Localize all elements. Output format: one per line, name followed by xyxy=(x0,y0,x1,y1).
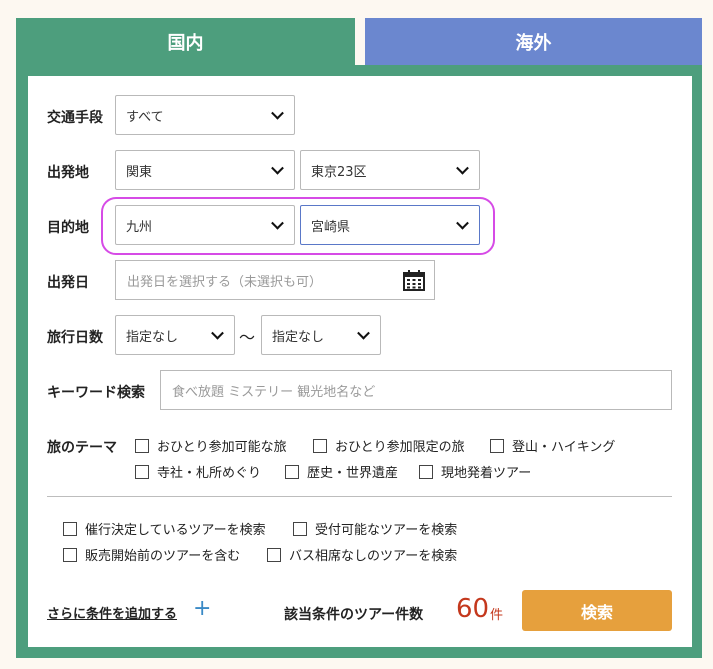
theme-option[interactable]: 現地発着ツアー xyxy=(419,462,531,481)
search-button[interactable]: 検索 xyxy=(522,590,672,631)
theme-option-label: 登山・ハイキング xyxy=(512,440,616,455)
chevron-down-icon xyxy=(456,161,469,175)
chevron-down-icon xyxy=(357,326,370,340)
checkbox[interactable] xyxy=(285,464,299,479)
trip-days-from-value: 指定なし xyxy=(126,329,179,345)
destination-region-value: 九州 xyxy=(126,219,153,235)
filter-option[interactable]: 販売開始前のツアーを含む xyxy=(63,545,240,564)
keyword-input[interactable]: 食べ放題 ミステリー 観光地名など xyxy=(160,370,672,410)
destination-label: 目的地 xyxy=(47,220,89,236)
theme-option[interactable]: おひとり参加限定の旅 xyxy=(313,436,465,455)
tab-overseas-label: 海外 xyxy=(515,32,552,54)
departure-area-select[interactable]: 東京23区 xyxy=(300,150,480,190)
checkbox[interactable] xyxy=(419,464,433,479)
keyword-label: キーワード検索 xyxy=(47,385,145,401)
checkbox[interactable] xyxy=(135,464,149,479)
filter-option-label: 催行決定しているツアーを検索 xyxy=(85,523,266,538)
result-count-label: 該当条件のツアー件数 xyxy=(284,607,424,623)
departure-area-value: 東京23区 xyxy=(311,164,367,180)
tab-overseas[interactable]: 海外 xyxy=(365,18,702,65)
checkbox[interactable] xyxy=(293,521,307,536)
theme-option-label: おひとり参加限定の旅 xyxy=(335,440,465,455)
checkbox[interactable] xyxy=(313,438,327,453)
tab-domestic-label: 国内 xyxy=(167,32,204,54)
trip-days-to-value: 指定なし xyxy=(272,329,325,345)
trip-days-from-select[interactable]: 指定なし xyxy=(115,315,235,355)
filter-option[interactable]: 受付可能なツアーを検索 xyxy=(293,519,457,538)
theme-option-label: 歴史・世界遺産 xyxy=(307,466,399,481)
result-count: 60 xyxy=(456,594,490,624)
transport-label: 交通手段 xyxy=(47,110,103,126)
destination-area-select[interactable]: 宮崎県 xyxy=(300,205,480,245)
checkbox[interactable] xyxy=(63,547,77,562)
theme-option[interactable]: 登山・ハイキング xyxy=(490,436,615,455)
destination-region-select[interactable]: 九州 xyxy=(115,205,295,245)
chevron-down-icon xyxy=(211,326,224,340)
transport-select[interactable]: すべて xyxy=(115,95,295,135)
checkbox[interactable] xyxy=(267,547,281,562)
theme-option-label: おひとり参加可能な旅 xyxy=(157,440,287,455)
checkbox[interactable] xyxy=(490,438,504,453)
theme-option-label: 現地発着ツアー xyxy=(441,466,532,481)
theme-option[interactable]: 寺社・札所めぐり xyxy=(135,462,261,481)
departure-region-value: 関東 xyxy=(126,164,153,180)
theme-option-label: 寺社・札所めぐり xyxy=(157,466,262,481)
filter-option[interactable]: バス相席なしのツアーを検索 xyxy=(267,545,457,564)
departure-label: 出発地 xyxy=(47,165,89,181)
filter-option-label: 受付可能なツアーを検索 xyxy=(315,523,458,538)
divider xyxy=(47,496,672,497)
departure-date-input[interactable]: 出発日を選択する（未選択も可） xyxy=(115,260,435,300)
result-count-unit: 件 xyxy=(490,608,504,623)
trip-days-to-select[interactable]: 指定なし xyxy=(261,315,381,355)
chevron-down-icon xyxy=(456,216,469,230)
range-separator: 〜 xyxy=(239,328,256,347)
filter-option-label: 販売開始前のツアーを含む xyxy=(85,549,241,564)
search-button-label: 検索 xyxy=(580,602,613,622)
departure-date-label: 出発日 xyxy=(47,275,89,291)
destination-area-value: 宮崎県 xyxy=(311,219,351,235)
departure-date-placeholder: 出発日を選択する（未選択も可） xyxy=(127,274,323,290)
filter-option[interactable]: 催行決定しているツアーを検索 xyxy=(63,519,266,538)
chevron-down-icon xyxy=(271,161,284,175)
departure-region-select[interactable]: 関東 xyxy=(115,150,295,190)
chevron-down-icon xyxy=(271,216,284,230)
keyword-placeholder: 食べ放題 ミステリー 観光地名など xyxy=(172,384,376,400)
add-conditions-link[interactable]: さらに条件を追加する xyxy=(47,603,177,622)
theme-option[interactable]: 歴史・世界遺産 xyxy=(285,462,398,481)
filter-option-label: バス相席なしのツアーを検索 xyxy=(289,549,458,564)
tab-domestic[interactable]: 国内 xyxy=(16,18,355,65)
checkbox[interactable] xyxy=(135,438,149,453)
plus-icon[interactable]: + xyxy=(193,598,211,620)
trip-days-label: 旅行日数 xyxy=(47,330,103,346)
theme-option[interactable]: おひとり参加可能な旅 xyxy=(135,436,287,455)
theme-label: 旅のテーマ xyxy=(47,440,117,456)
calendar-icon[interactable] xyxy=(403,270,425,291)
transport-value: すべて xyxy=(126,109,164,125)
checkbox[interactable] xyxy=(63,521,77,536)
chevron-down-icon xyxy=(271,106,284,120)
